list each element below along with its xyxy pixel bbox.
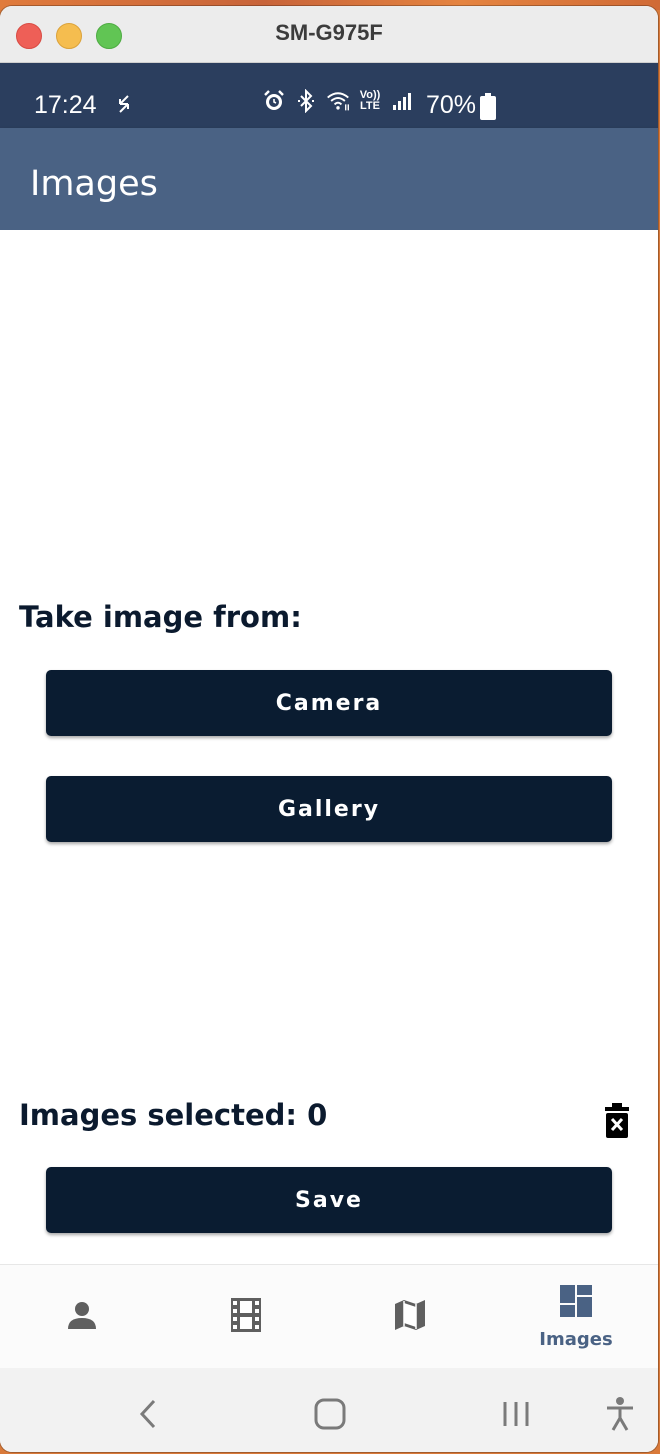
image-source-heading: Take image from:: [19, 600, 302, 634]
chevron-left-icon: [136, 1398, 160, 1435]
system-navigation-bar: [0, 1368, 658, 1452]
status-bar: 17:24 Vo)) LTE 70%: [0, 63, 658, 128]
battery-icon: [480, 93, 496, 120]
accessibility-icon: [604, 1396, 636, 1437]
alarm-icon: [262, 89, 286, 113]
window-title: SM-G975F: [275, 20, 383, 45]
wifi-icon: [326, 89, 350, 113]
nav-item-film[interactable]: [164, 1265, 328, 1369]
delete-icon[interactable]: [603, 1103, 631, 1139]
emulator-window: SM-G975F 17:24 Vo)) LTE 70% Images Take …: [0, 6, 658, 1452]
page-title: Images: [30, 164, 158, 204]
dashboard-icon: [559, 1284, 593, 1323]
window-titlebar: SM-G975F: [0, 6, 658, 63]
nav-label-images: Images: [539, 1329, 613, 1350]
save-button[interactable]: Save: [46, 1167, 612, 1233]
map-icon: [393, 1298, 427, 1337]
camera-button[interactable]: Camera: [46, 670, 612, 736]
home-square-icon: [314, 1398, 346, 1435]
bluetooth-icon: [294, 89, 318, 113]
accessibility-button[interactable]: [596, 1392, 644, 1440]
person-icon: [66, 1299, 98, 1336]
volte-indicator: Vo)) LTE: [359, 89, 381, 112]
battery-percent: 70%: [426, 91, 477, 119]
film-icon: [230, 1297, 262, 1338]
images-selected-label: Images selected: 0: [19, 1098, 328, 1132]
back-button[interactable]: [124, 1392, 172, 1440]
recents-icon: [501, 1400, 531, 1433]
app-bar: Images: [0, 128, 658, 230]
home-button[interactable]: [306, 1392, 354, 1440]
gallery-button[interactable]: Gallery: [46, 776, 612, 842]
bottom-navigation: Images: [0, 1264, 658, 1369]
sync-icon: [116, 93, 132, 121]
recents-button[interactable]: [492, 1392, 540, 1440]
status-icons: Vo)) LTE: [262, 89, 414, 113]
nav-item-map[interactable]: [328, 1265, 492, 1369]
nav-item-profile[interactable]: [0, 1265, 164, 1369]
nav-item-images[interactable]: Images: [494, 1265, 658, 1369]
status-time: 17:24: [34, 91, 97, 119]
signal-icon: [390, 89, 414, 113]
